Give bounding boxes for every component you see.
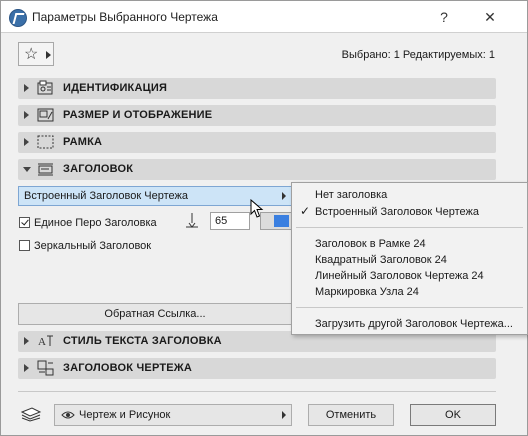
title-type-value: Встроенный Заголовок Чертежа [24, 190, 188, 202]
expand-triangle-icon [24, 111, 29, 119]
mirror-title-checkbox[interactable] [19, 240, 30, 251]
title-icon [38, 163, 53, 176]
menu-item-built-in-title[interactable]: Встроенный Заголовок Чертежа [315, 206, 479, 218]
uniform-pen-checkbox[interactable] [19, 217, 30, 228]
expand-triangle-icon [24, 138, 29, 146]
panel-label: СТИЛЬ ТЕКСТА ЗАГОЛОВКА [63, 335, 222, 347]
favorites-button[interactable]: ☆ [18, 42, 54, 66]
selection-info: Выбрано: 1 Редактируемых: 1 [341, 49, 495, 61]
mirror-title-label: Зеркальный Заголовок [34, 240, 152, 252]
collapse-triangle-icon [23, 167, 31, 172]
archicad-app-icon [9, 9, 27, 27]
menu-item-framed-title[interactable]: Заголовок в Рамке 24 [315, 238, 426, 250]
back-reference-button[interactable]: Обратная Ссылка... [18, 303, 292, 325]
panel-label: ЗАГОЛОВОК [63, 163, 134, 175]
menu-item-square-title[interactable]: Квадратный Заголовок 24 [315, 254, 447, 266]
settings-dialog: Параметры Выбранного Чертежа ? ✕ ☆ Выбра… [0, 0, 528, 436]
pen-number-field[interactable]: 65 [210, 212, 250, 230]
pen-number-value: 65 [215, 215, 228, 227]
id-card-icon [37, 80, 53, 95]
star-icon: ☆ [24, 46, 39, 63]
chevron-right-icon [46, 51, 51, 59]
chevron-right-icon [282, 411, 286, 419]
panel-drawing-title[interactable]: ЗАГОЛОВОК ЧЕРТЕЖА [18, 358, 496, 379]
panel-title[interactable]: ЗАГОЛОВОК [18, 159, 496, 180]
panel-label: РАМКА [63, 136, 103, 148]
layer-stack-icon[interactable] [20, 406, 42, 422]
checkmark-icon: ✓ [300, 204, 311, 218]
menu-separator [296, 307, 523, 308]
panel-identification[interactable]: ИДЕНТИФИКАЦИЯ [18, 78, 496, 99]
view-mode-dropdown[interactable]: Чертеж и Рисунок [54, 404, 292, 426]
expand-triangle-icon [24, 84, 29, 92]
panel-label: ЗАГОЛОВОК ЧЕРТЕЖА [63, 362, 193, 374]
window-title: Параметры Выбранного Чертежа [32, 10, 218, 24]
menu-item-load-other[interactable]: Загрузить другой Заголовок Чертежа... [315, 318, 513, 330]
footer-divider [18, 391, 496, 392]
help-button[interactable]: ? [429, 5, 459, 29]
menu-separator [296, 227, 523, 228]
expand-triangle-icon [24, 337, 29, 345]
size-display-icon [37, 108, 54, 122]
chevron-right-icon [282, 192, 286, 200]
svg-text:A: A [38, 336, 46, 348]
pen-color-swatch[interactable] [260, 212, 292, 230]
ok-button[interactable]: OK [410, 404, 496, 426]
text-style-icon: A [38, 335, 53, 348]
title-bar: Параметры Выбранного Чертежа ? ✕ [1, 1, 527, 32]
uniform-pen-label: Единое Перо Заголовка [34, 217, 157, 229]
mouse-cursor-icon [250, 199, 264, 218]
cancel-button[interactable]: Отменить [308, 404, 394, 426]
pen-icon [186, 213, 198, 228]
menu-item-no-title[interactable]: Нет заголовка [315, 189, 387, 201]
eye-icon [61, 411, 75, 419]
expand-triangle-icon [24, 364, 29, 372]
panel-label: РАЗМЕР И ОТОБРАЖЕНИЕ [63, 109, 213, 121]
frame-icon [37, 135, 54, 149]
title-type-menu: Нет заголовка ✓ Встроенный Заголовок Чер… [291, 182, 528, 335]
drawing-title-icon [37, 360, 54, 376]
close-button[interactable]: ✕ [475, 5, 505, 29]
title-divider [1, 32, 527, 33]
panel-size-display[interactable]: РАЗМЕР И ОТОБРАЖЕНИЕ [18, 105, 496, 126]
panel-frame[interactable]: РАМКА [18, 132, 496, 153]
menu-item-detail-marker[interactable]: Маркировка Узла 24 [315, 286, 419, 298]
panel-label: ИДЕНТИФИКАЦИЯ [63, 82, 168, 94]
menu-item-linear-title[interactable]: Линейный Заголовок Чертежа 24 [315, 270, 484, 282]
view-mode-label: Чертеж и Рисунок [79, 409, 171, 421]
pen-color-fill [274, 215, 289, 227]
